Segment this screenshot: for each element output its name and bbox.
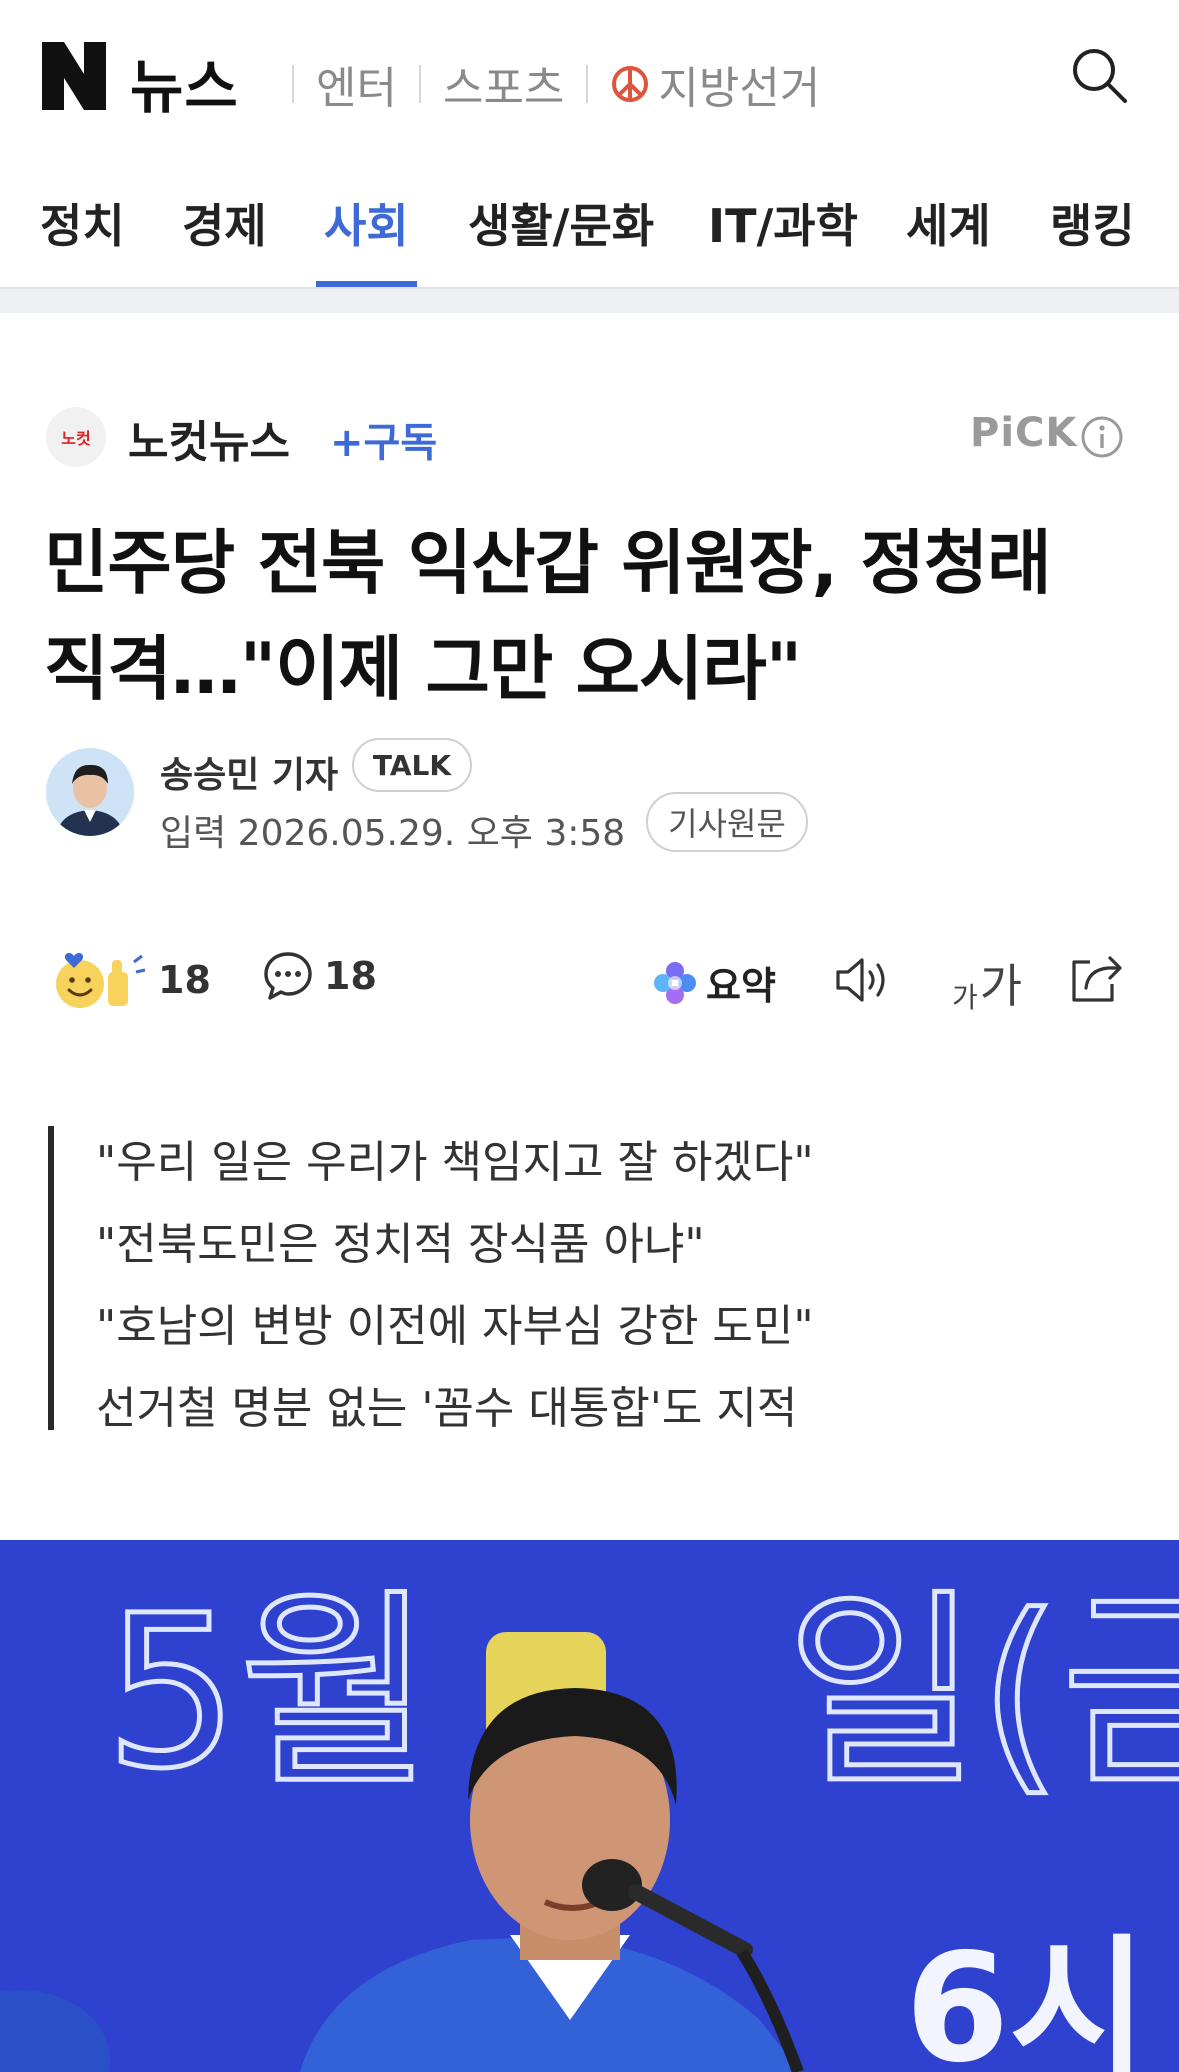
search-icon[interactable] xyxy=(1068,44,1130,106)
ai-summary-icon xyxy=(654,961,696,1004)
section-divider xyxy=(0,289,1179,313)
press-name[interactable]: 노컷뉴스 xyxy=(128,406,290,470)
category-tabs: 정치 경제 사회 생활/문화 IT/과학 세계 랭킹 xyxy=(0,152,1179,289)
active-tab-indicator xyxy=(316,281,417,287)
press-conference-photo: 5월 일(금 6시 xyxy=(0,1540,1179,2072)
backdrop-text-month: 5월 xyxy=(105,1570,432,1815)
headline-line-1: 민주당 전북 익산갑 위원장, 정청래 xyxy=(44,522,1052,604)
subscribe-button[interactable]: +구독 xyxy=(330,410,437,468)
summary-line: "우리 일은 우리가 책임지고 잘 하겠다" xyxy=(96,1137,814,1188)
naver-n-logo-icon[interactable] xyxy=(42,42,106,110)
top-bar: 뉴스 엔터 스포츠 지방선거 xyxy=(0,0,1179,152)
reaction-count: 18 xyxy=(158,958,211,1002)
tab-politics[interactable]: 정치 xyxy=(40,190,125,256)
ai-summary-button[interactable]: 요약 xyxy=(652,955,776,1010)
reaction-button[interactable]: 18 xyxy=(52,950,211,1010)
reporter-avatar[interactable] xyxy=(46,748,134,836)
tab-life-culture[interactable]: 생활/문화 xyxy=(468,190,654,256)
font-size-small-label: 가 xyxy=(952,981,978,1014)
election-stamp-icon xyxy=(612,66,649,102)
service-nav: 엔터 스포츠 지방선거 xyxy=(270,52,820,116)
nav-divider xyxy=(586,65,589,103)
nav-entertainment[interactable]: 엔터 xyxy=(316,52,397,116)
tab-ranking[interactable]: 랭킹 xyxy=(1050,190,1135,256)
comment-icon xyxy=(264,952,312,1000)
press-logo[interactable]: 노컷 xyxy=(46,407,106,467)
tab-economy[interactable]: 경제 xyxy=(182,190,267,256)
pick-label: PiCK xyxy=(970,410,1078,456)
nav-divider xyxy=(418,65,421,103)
published-date: 입력 2026.05.29. 오후 3:58 xyxy=(160,813,626,854)
nav-local-election[interactable]: 지방선거 xyxy=(658,52,820,116)
backdrop-text-day: 일(금 xyxy=(786,1570,1179,1815)
avatar-image xyxy=(46,748,134,836)
nav-divider xyxy=(292,65,294,103)
summary-line: "호남의 변방 이전에 자부심 강한 도민" xyxy=(96,1301,814,1352)
tab-world[interactable]: 세계 xyxy=(906,190,991,256)
article-summary-quote: "우리 일은 우리가 책임지고 잘 하겠다" "전북도민은 정치적 장식품 아냐… xyxy=(48,1126,1134,1434)
summary-line: "전북도민은 정치적 장식품 아냐" xyxy=(96,1219,705,1270)
speaker-icon[interactable] xyxy=(832,952,894,1008)
font-size-large-label: 가 xyxy=(979,959,1023,1013)
news-logo-text[interactable]: 뉴스 xyxy=(130,40,239,124)
info-icon[interactable] xyxy=(1080,415,1124,459)
summary-label: 요약 xyxy=(706,964,776,1008)
reaction-icon xyxy=(56,953,146,1008)
comment-count: 18 xyxy=(324,954,377,998)
headline-line-2: 직격…"이제 그만 오시라" xyxy=(44,628,802,710)
talk-button[interactable]: TALK xyxy=(352,738,472,792)
reporter-name[interactable]: 송승민 기자 xyxy=(160,746,338,798)
tab-society[interactable]: 사회 xyxy=(324,190,409,256)
share-icon[interactable] xyxy=(1066,950,1128,1006)
article-headline: 민주당 전북 익산갑 위원장, 정청래 직격…"이제 그만 오시라" xyxy=(44,510,1154,722)
backdrop-text-time: 6시 xyxy=(905,1922,1147,2072)
nav-sports[interactable]: 스포츠 xyxy=(443,52,564,116)
comment-button[interactable]: 18 xyxy=(262,950,377,1002)
tab-it-science[interactable]: IT/과학 xyxy=(708,190,858,256)
summary-line: 선거철 명분 없는 '꼼수 대통합'도 지적 xyxy=(96,1383,798,1434)
font-size-button[interactable]: 가 가 xyxy=(952,950,1022,1016)
article-photo[interactable]: 5월 일(금 6시 xyxy=(0,1540,1179,2072)
original-article-button[interactable]: 기사원문 xyxy=(646,792,808,852)
